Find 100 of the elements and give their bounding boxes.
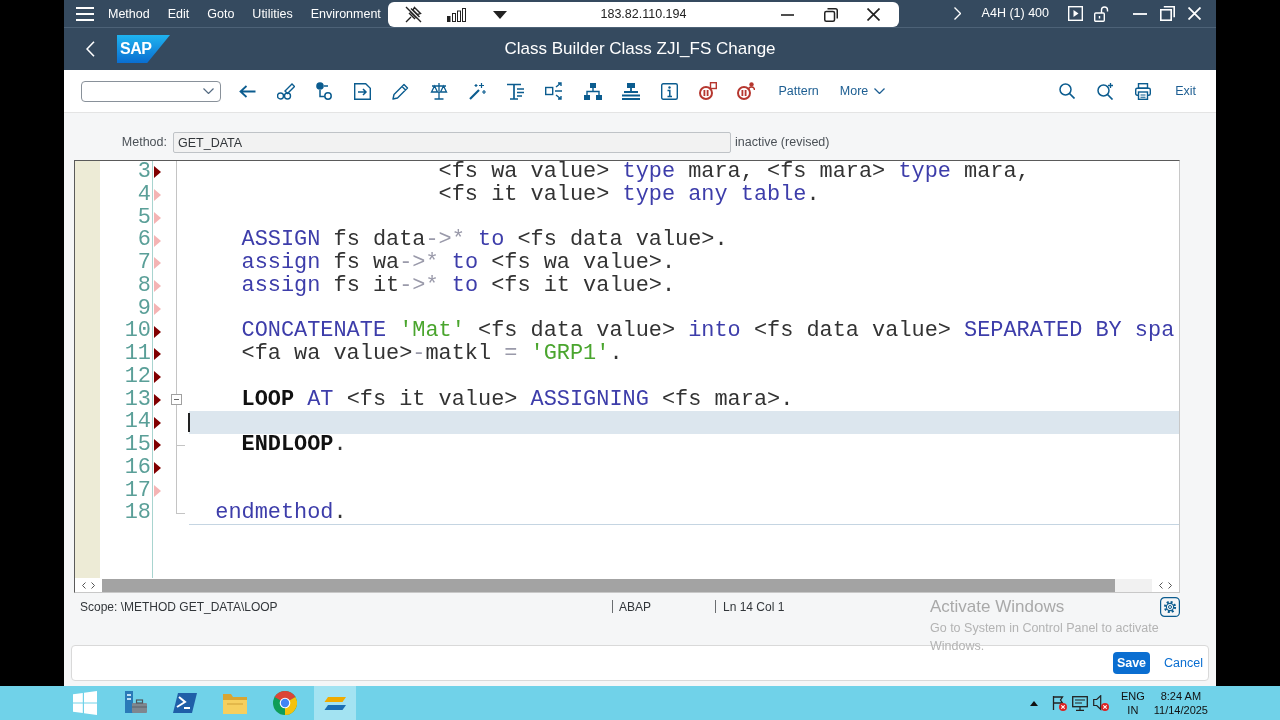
chevron-down-icon	[203, 88, 214, 94]
scales-icon[interactable]	[430, 82, 449, 100]
code-line: <fs wa value> type mara, <fs mara> type mara,	[438, 161, 1030, 184]
code-line: ENDLOOP.	[241, 434, 347, 457]
scroll-left-icon[interactable]	[82, 581, 86, 589]
menu-icon[interactable]	[76, 6, 94, 21]
chevron-up-icon[interactable]	[1030, 700, 1039, 706]
code-line: assign fs wa->* to <fs wa value>.	[241, 252, 676, 275]
zoom-in-icon[interactable]	[1096, 82, 1114, 100]
chevron-right-icon[interactable]	[954, 7, 962, 20]
line-number: 4	[137, 183, 151, 207]
menu-item[interactable]: Goto	[207, 5, 235, 22]
line-number: 14	[124, 411, 151, 434]
logo: SAP	[117, 35, 170, 63]
system-info: A4H (1) 400	[981, 5, 1049, 23]
minimize-icon[interactable]	[781, 13, 794, 16]
pin-off-icon[interactable]	[405, 6, 422, 23]
line-number: 11	[124, 343, 151, 366]
remote-host: 183.82.110.194	[599, 6, 688, 24]
glasses-pencil-icon[interactable]	[276, 82, 295, 100]
clock-time[interactable]: 8:24 AM	[1160, 689, 1202, 703]
line-number: 15	[124, 434, 151, 457]
toolbar-button[interactable]: Pattern	[770, 77, 827, 105]
method-status: inactive (revised)	[735, 134, 830, 151]
pencil-icon[interactable]	[392, 82, 410, 100]
activation-message: Go to System in Control Panel to activate Windows.	[930, 620, 1160, 655]
menu-item[interactable]: Method	[108, 5, 150, 22]
language-text: ABAP	[618, 598, 652, 616]
input-region[interactable]: IN	[1127, 703, 1139, 717]
scroll-right-icon[interactable]	[91, 581, 95, 589]
browser-icon	[273, 691, 297, 715]
print-icon[interactable]	[1135, 82, 1152, 100]
hierarchy-icon[interactable]	[583, 82, 602, 100]
speaker-error-icon[interactable]	[1093, 695, 1110, 711]
menu-item[interactable]: Utilities	[252, 5, 293, 22]
save-button[interactable]: Save	[1112, 652, 1151, 674]
code-line: LOOP AT <fs it value> ASSIGNING <fs mara>.	[241, 388, 794, 412]
scope-text: Scope: \METHOD GET_DATA\LOOP	[80, 598, 279, 616]
info-icon[interactable]	[661, 82, 678, 100]
code-line: assign fs it->* to <fs it value>.	[241, 274, 676, 298]
line-number: 10	[124, 320, 151, 343]
document-arrow-icon[interactable]	[353, 82, 371, 100]
monitor-icon[interactable]	[1072, 695, 1089, 711]
line-number: 6	[137, 229, 151, 252]
toolbar-button[interactable]: More	[831, 77, 894, 105]
line-number: 9	[137, 297, 151, 321]
back-icon[interactable]	[86, 41, 95, 57]
terminal-icon	[173, 693, 197, 713]
code-line: ASSIGN fs data->* to <fs data value>.	[241, 229, 728, 252]
activation-title: Activate Windows	[930, 597, 1065, 617]
server-toolbox-icon	[123, 691, 147, 715]
dropdown-field[interactable]	[81, 80, 221, 102]
chevron-down-icon	[874, 88, 886, 94]
nodes-icon[interactable]	[315, 82, 333, 100]
code-line: endmethod.	[215, 501, 347, 525]
code-line: CONCATENATE 'Mat' <fs data value> into <fs data value> SEPARATED BY spa	[241, 320, 1175, 343]
stamp-icon[interactable]	[622, 82, 641, 100]
play-box-icon[interactable]	[1067, 6, 1083, 21]
line-number: 16	[124, 456, 151, 480]
windows-logo-icon	[73, 691, 97, 715]
scroll-right-icon[interactable]	[1168, 581, 1172, 589]
method-field[interactable]: GET_DATA	[173, 132, 731, 153]
window-title: Class Builder Class ZJI_FS Change	[504, 38, 776, 61]
collapse-icon[interactable]	[171, 394, 182, 406]
dropdown-icon[interactable]	[492, 10, 507, 19]
text-cursor-icon	[188, 413, 190, 433]
stripes-icon	[324, 696, 346, 710]
square-arrows-icon[interactable]	[545, 82, 564, 100]
restore-icon[interactable]	[823, 7, 838, 22]
pause-square-icon[interactable]	[698, 82, 717, 100]
menu-item[interactable]: Edit	[167, 5, 190, 22]
line-number: 7	[137, 252, 151, 275]
settings-icon[interactable]	[1160, 596, 1180, 617]
magic-wand-icon[interactable]	[469, 82, 487, 100]
flag-error-icon[interactable]	[1051, 695, 1068, 711]
pause-person-icon[interactable]	[737, 82, 756, 100]
clock-date[interactable]: 11/14/2025	[1153, 703, 1208, 717]
cursor-position: Ln 14 Col 1	[722, 598, 785, 616]
line-number: 5	[137, 206, 151, 230]
code-line: <fa wa value>-matkl = 'GRP1'.	[241, 343, 623, 366]
text-lines-icon[interactable]	[507, 82, 525, 100]
code-line: <fs it value> type any table.	[438, 183, 820, 207]
line-number: 3	[137, 161, 151, 184]
line-number: 8	[137, 274, 151, 298]
unlock-icon[interactable]	[1093, 5, 1109, 22]
signal-bars-icon	[447, 7, 466, 22]
exit-button[interactable]: Exit	[1167, 77, 1204, 105]
restore-icon[interactable]	[1159, 6, 1175, 21]
close-icon[interactable]	[867, 8, 880, 21]
search-icon[interactable]	[1059, 83, 1076, 99]
scroll-left-icon[interactable]	[1159, 581, 1163, 589]
folder-icon	[223, 692, 247, 714]
taskbar-button[interactable]	[314, 686, 356, 720]
line-number: 18	[124, 502, 151, 525]
input-language[interactable]: ENG	[1120, 689, 1145, 703]
line-number: 13	[124, 388, 151, 412]
menu-item[interactable]: Environment	[310, 5, 381, 22]
line-number: 17	[124, 479, 151, 503]
arrow-left-icon[interactable]	[238, 84, 256, 98]
cancel-button[interactable]: Cancel	[1162, 653, 1205, 673]
